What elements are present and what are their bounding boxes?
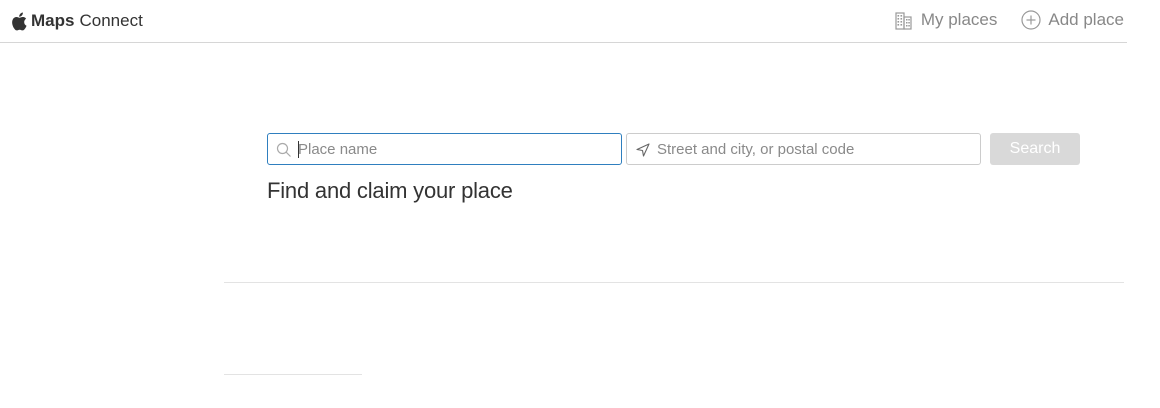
brand-name-rest: Connect: [79, 11, 143, 30]
add-place-link[interactable]: Add place: [1021, 10, 1124, 30]
address-input[interactable]: [657, 134, 967, 164]
footer-divider: [224, 374, 362, 375]
place-name-field[interactable]: [267, 133, 622, 165]
building-icon: [895, 12, 912, 30]
search-icon: [276, 142, 291, 157]
search-row: Search: [267, 133, 1080, 165]
text-caret: [298, 141, 299, 158]
add-place-label: Add place: [1048, 10, 1124, 29]
my-places-label: My places: [920, 10, 998, 29]
location-arrow-icon: [636, 143, 650, 157]
brand[interactable]: Maps Connect: [11, 10, 143, 32]
page-headline: Find and claim your place: [267, 178, 513, 203]
plus-circle-icon: [1021, 10, 1041, 30]
brand-name-bold: Maps: [31, 11, 75, 30]
address-field[interactable]: [626, 133, 981, 165]
page: Maps Connect My places Add place Place n…: [0, 0, 1160, 408]
header: Maps Connect My places Add place: [0, 0, 1127, 43]
my-places-link[interactable]: My places: [894, 10, 998, 30]
section-divider: [224, 282, 1124, 283]
apple-logo-icon: [12, 12, 27, 30]
place-name-input[interactable]: [298, 134, 608, 164]
search-button[interactable]: Search: [990, 133, 1080, 165]
header-nav: My places Add place: [870, 8, 1124, 32]
